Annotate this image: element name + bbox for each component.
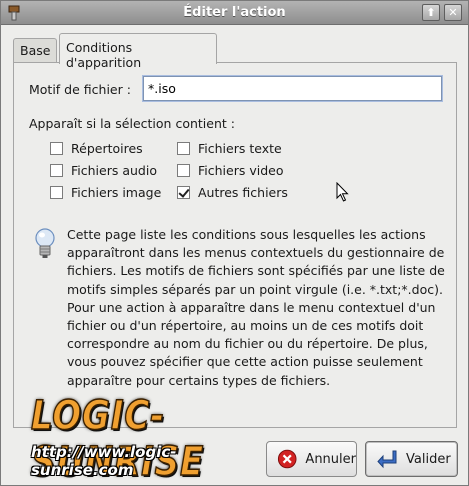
pattern-input[interactable] [142,75,443,102]
checkbox-autres-fichiers[interactable]: Autres fichiers [177,185,288,200]
cancel-icon [277,449,297,469]
checkbox-label: Fichiers audio [71,163,157,178]
mouse-cursor-icon [336,182,349,202]
checkbox-repertoires[interactable]: Répertoires [50,141,143,156]
cancel-label: Annuler [305,451,356,467]
checkbox-box[interactable] [177,164,190,177]
checkbox-fichiers-video[interactable]: Fichiers video [177,163,283,178]
checkbox-label: Répertoires [71,141,143,156]
checkbox-fichiers-image[interactable]: Fichiers image [50,185,161,200]
checkbox-label: Fichiers video [198,163,284,178]
checkbox-label: Fichiers image [71,185,162,200]
close-button[interactable]: ✕ [444,4,462,21]
return-arrow-icon [377,450,397,469]
pattern-label: Motif de fichier : [29,82,131,97]
checkbox-box[interactable] [177,142,190,155]
watermark-url: http://www.logic-sunrise.com [31,443,177,479]
checkbox-label: Fichiers texte [198,141,282,156]
edit-action-dialog: Éditer l'action ⬆ ✕ Base Conditions d'ap… [0,0,469,486]
tab-conditions[interactable]: Conditions d'apparition [59,33,217,70]
title-bar[interactable]: Éditer l'action ⬆ ✕ [1,1,468,25]
checkbox-box-checked[interactable] [177,186,190,199]
checkbox-box[interactable] [50,142,63,155]
conditions-panel: Motif de fichier : Apparaît si la sélect… [13,62,457,428]
lightbulb-icon [35,228,55,258]
checkbox-label: Autres fichiers [198,185,288,200]
checkbox-fichiers-audio[interactable]: Fichiers audio [50,163,157,178]
maximize-button[interactable]: ⬆ [422,4,440,21]
contains-label: Apparaît si la sélection contient : [29,116,235,131]
logic-sunrise-watermark: LOGIC-SUNRISE http://www.logic-sunrise.c… [30,392,261,486]
ok-label: Valider [406,451,451,467]
ok-button[interactable]: Valider [365,441,458,477]
checkbox-fichiers-texte[interactable]: Fichiers texte [177,141,282,156]
tab-base[interactable]: Base [13,38,57,63]
checkbox-box[interactable] [50,164,63,177]
window-title: Éditer l'action [183,5,286,20]
checkbox-box[interactable] [50,186,63,199]
info-text: Cette page liste les conditions sous les… [67,227,445,388]
cancel-button[interactable]: Annuler [266,441,357,477]
